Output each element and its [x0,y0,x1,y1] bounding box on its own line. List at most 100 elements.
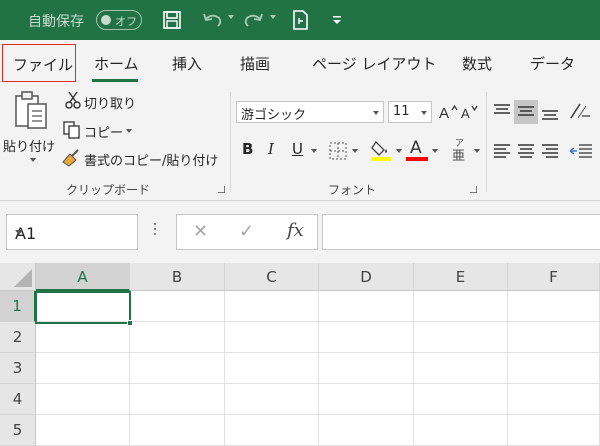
cell-f1[interactable] [508,291,600,322]
tab-data[interactable]: データ [530,53,575,74]
name-box[interactable]: A1 [6,214,138,250]
cell-e5[interactable] [414,415,508,446]
borders-dropdown-icon[interactable] [352,149,358,153]
cell-b1[interactable] [130,291,225,322]
font-launcher-icon[interactable] [470,186,477,193]
cell-a4[interactable] [36,384,130,415]
cell-e2[interactable] [414,322,508,353]
row-header-2[interactable]: 2 [0,322,36,353]
row-header-1[interactable]: 1 [0,291,36,322]
enter-icon[interactable]: ✓ [239,221,254,242]
column-header-d[interactable]: D [319,263,414,291]
undo-icon[interactable] [200,8,224,32]
column-header-e[interactable]: E [414,263,508,291]
save-icon[interactable] [160,8,184,32]
touch-mode-icon[interactable] [288,8,312,32]
format-painter-icon[interactable] [60,148,82,172]
copy-dropdown-icon[interactable] [126,129,132,133]
cell-a2[interactable] [36,322,130,353]
decrease-font-size-icon[interactable]: A [460,102,480,126]
paste-icon[interactable] [14,90,50,136]
redo-dropdown-icon[interactable] [270,15,276,19]
font-size-select[interactable]: 11 [388,101,432,123]
cell-c3[interactable] [225,353,319,384]
insert-function-icon[interactable]: fx [287,220,304,241]
paste-dropdown-icon[interactable] [30,158,36,162]
font-color-dropdown-icon[interactable] [432,149,438,153]
align-right-icon[interactable] [540,142,560,166]
cell-c2[interactable] [225,322,319,353]
undo-dropdown-icon[interactable] [228,15,234,19]
cell-a5[interactable] [36,415,130,446]
cell-d5[interactable] [319,415,414,446]
tab-insert[interactable]: 挿入 [172,53,202,74]
align-left-icon[interactable] [492,142,512,166]
cell-d4[interactable] [319,384,414,415]
italic-button[interactable]: I [268,140,274,158]
cell-d3[interactable] [319,353,414,384]
formula-bar-grip[interactable] [154,223,157,239]
column-header-f[interactable]: F [508,263,600,291]
cell-e3[interactable] [414,353,508,384]
cell-b5[interactable] [130,415,225,446]
customize-toolbar-icon[interactable] [330,8,344,32]
phonetic-dropdown-icon[interactable] [474,149,480,153]
tab-home[interactable]: ホーム [94,53,139,74]
copy-button[interactable]: コピー [84,122,123,141]
cut-button[interactable]: 切り取り [84,93,136,112]
fill-handle[interactable] [127,320,133,326]
row-header-3[interactable]: 3 [0,353,36,384]
tab-page-layout[interactable]: ページ レイアウト [312,53,436,74]
borders-icon[interactable] [328,141,348,165]
column-header-c[interactable]: C [225,263,319,291]
fill-color-icon[interactable] [370,138,392,166]
bold-button[interactable]: B [242,140,253,158]
tab-formulas[interactable]: 数式 [462,53,492,74]
column-header-b[interactable]: B [130,263,225,291]
format-painter-button[interactable]: 書式のコピー/貼り付け [84,150,218,169]
row-header-4[interactable]: 4 [0,384,36,415]
redo-icon[interactable] [242,8,266,32]
font-name-select[interactable]: 游ゴシック [236,101,384,123]
name-box-dropdown-icon[interactable] [15,230,23,235]
cell-f5[interactable] [508,415,600,446]
cell-c4[interactable] [225,384,319,415]
cancel-icon[interactable]: ✕ [193,221,208,242]
increase-font-size-icon[interactable]: A [438,102,458,126]
formula-input[interactable] [322,214,600,250]
cell-c1[interactable] [225,291,319,322]
decrease-indent-icon[interactable] [568,142,592,166]
align-top-icon[interactable] [492,102,512,126]
tab-file[interactable]: ファイル [2,44,76,82]
paste-button[interactable]: 貼り付け [3,136,55,155]
align-middle-icon[interactable] [516,102,536,126]
cell-e4[interactable] [414,384,508,415]
cell-f3[interactable] [508,353,600,384]
underline-dropdown-icon[interactable] [311,149,317,153]
row-header-5[interactable]: 5 [0,415,36,446]
cell-d1[interactable] [319,291,414,322]
cell-f2[interactable] [508,322,600,353]
clipboard-launcher-icon[interactable] [218,186,225,193]
cell-b2[interactable] [130,322,225,353]
active-cell-a1[interactable] [35,291,133,326]
cell-c5[interactable] [225,415,319,446]
tab-draw[interactable]: 描画 [240,53,270,74]
spreadsheet-grid[interactable]: A B C D E F 1 2 3 4 5 [0,263,600,446]
phonetic-guide-icon[interactable]: ア 亜 [450,136,470,164]
copy-icon[interactable] [62,120,82,144]
cell-a3[interactable] [36,353,130,384]
cell-e1[interactable] [414,291,508,322]
orientation-icon[interactable] [568,100,592,126]
cell-b3[interactable] [130,353,225,384]
align-bottom-icon[interactable] [540,102,560,126]
cell-d2[interactable] [319,322,414,353]
align-center-icon[interactable] [516,142,536,166]
autosave-toggle[interactable]: オフ [96,10,142,30]
underline-button[interactable]: U [292,140,303,158]
column-header-a[interactable]: A [36,263,130,291]
select-all-button[interactable] [0,263,36,291]
font-color-icon[interactable]: A [406,138,428,162]
cell-f4[interactable] [508,384,600,415]
fill-color-dropdown-icon[interactable] [396,149,402,153]
